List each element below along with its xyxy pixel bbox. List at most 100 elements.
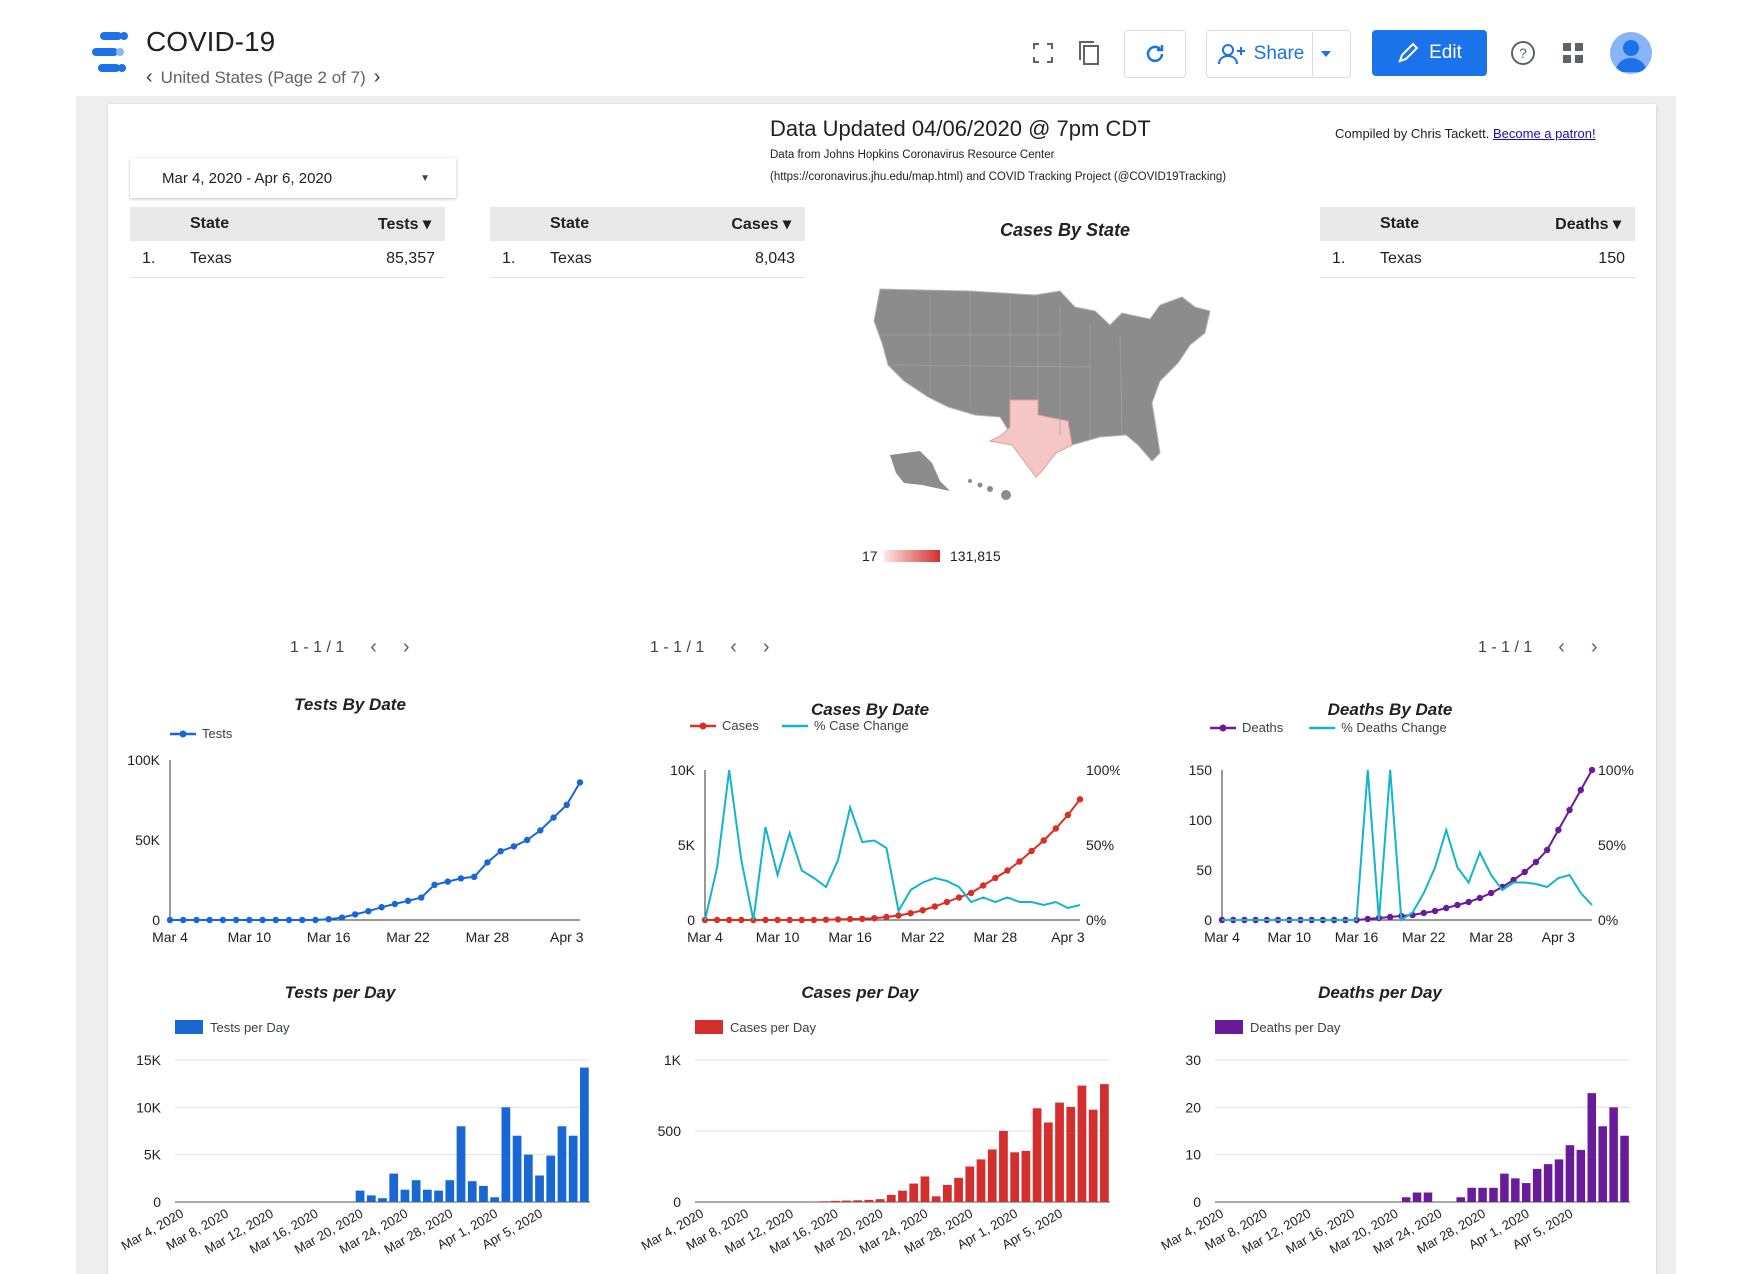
y-tick-label: 0 (153, 1194, 161, 1210)
tests-per-day-chart[interactable]: Tests per DayTests per Day05K10K15KMar 4… (120, 970, 600, 1274)
pager-label: 1 - 1 / 1 (650, 638, 705, 656)
cases-per-day-chart[interactable]: Cases per DayCases per Day05001KMar 4, 2… (640, 970, 1120, 1274)
fullscreen-icon[interactable] (1020, 30, 1066, 76)
y-tick-label: 50 (1196, 862, 1212, 878)
cases-by-date-chart[interactable]: Cases By Date Cases % Case Change 0 5K 10K 0% 5… (640, 690, 1120, 950)
legend-marker (699, 722, 707, 730)
data-point (786, 916, 793, 924)
bar (1609, 1107, 1618, 1202)
table-row[interactable]: 1. Texas 8,043 (490, 241, 805, 278)
credit-author: Compiled by Chris Tackett. (1335, 126, 1490, 141)
next-page-icon[interactable]: › (1591, 636, 1598, 659)
bar (830, 1200, 840, 1202)
legend-label: Cases (722, 718, 759, 733)
bar (886, 1194, 896, 1202)
data-point (798, 916, 805, 924)
bar (1489, 1187, 1498, 1202)
pencil-icon (1398, 42, 1419, 63)
cases-column-header[interactable]: Cases ▾ (731, 214, 791, 234)
bar (1010, 1152, 1020, 1202)
x-tick-label: Mar 28 (466, 929, 510, 945)
apps-icon[interactable] (1556, 30, 1590, 76)
series-line--case-change (704, 769, 1081, 921)
data-point (1076, 796, 1084, 803)
bar (898, 1190, 907, 1202)
next-page-icon[interactable]: › (403, 636, 410, 659)
top-bar: COVID-19 ‹ United States (Page 2 of 7) ›… (0, 0, 1747, 96)
data-point (418, 894, 425, 901)
data-studio-logo[interactable] (90, 30, 130, 74)
bar (546, 1155, 556, 1202)
credit-text: Compiled by Chris Tackett. Become a patr… (1335, 126, 1596, 141)
data-point (1052, 825, 1060, 832)
previous-page-icon[interactable]: ‹ (146, 66, 153, 89)
bar (422, 1189, 432, 1202)
y-tick-label: 5K (678, 837, 696, 853)
data-point (576, 779, 584, 786)
y2-tick-label: 0% (1598, 912, 1618, 928)
bar (1032, 1108, 1042, 1202)
table-header: State Tests ▾ (130, 207, 445, 241)
next-page-icon[interactable]: › (374, 66, 381, 89)
table-row[interactable]: 1. Texas 85,357 (130, 241, 445, 278)
page-label[interactable]: United States (Page 2 of 7) (161, 68, 366, 88)
bar (909, 1183, 919, 1202)
data-point (537, 827, 544, 834)
data-point (404, 897, 412, 904)
table-row[interactable]: 1. Texas 150 (1320, 241, 1635, 278)
bar (1055, 1102, 1064, 1202)
data-point (1543, 846, 1551, 854)
bar (479, 1185, 488, 1202)
data-point (444, 878, 451, 885)
legend-label: Cases per Day (730, 1020, 816, 1035)
help-icon[interactable]: ? (1505, 30, 1541, 76)
data-point (846, 915, 854, 923)
next-page-icon[interactable]: › (763, 636, 770, 659)
bar (1456, 1197, 1465, 1202)
edit-button[interactable]: Edit (1372, 30, 1487, 76)
data-point (351, 911, 359, 918)
share-dropdown-icon[interactable] (1312, 32, 1339, 76)
previous-page-icon[interactable]: ‹ (1558, 636, 1565, 659)
data-point (810, 916, 818, 924)
data-point (246, 916, 253, 924)
data-point (1454, 901, 1461, 909)
bar (1043, 1122, 1053, 1202)
data-point (166, 916, 174, 924)
state-column-header[interactable]: State (190, 215, 229, 233)
refresh-button[interactable] (1124, 30, 1186, 78)
previous-page-icon[interactable]: ‹ (370, 636, 377, 659)
table-header: State Deaths ▾ (1320, 207, 1635, 241)
previous-page-icon[interactable]: ‹ (730, 636, 737, 659)
state-column-header[interactable]: State (1380, 215, 1419, 233)
data-point (871, 915, 878, 922)
tests-by-date-chart[interactable]: Tests By Date Tests 0 50K 100K Mar 4 Mar 10 Mar… (120, 680, 600, 950)
date-range-value: Mar 4, 2020 - Apr 6, 2020 (162, 169, 333, 187)
x-tick-label: Mar 4 (1204, 929, 1240, 945)
svg-text:?: ? (1519, 45, 1527, 61)
copy-icon[interactable] (1066, 30, 1112, 76)
tests-column-header[interactable]: Tests ▾ (378, 214, 431, 234)
deaths-column-header[interactable]: Deaths ▾ (1555, 214, 1621, 234)
share-button[interactable]: Share (1206, 30, 1351, 78)
bar (875, 1199, 885, 1202)
legend-swatch (695, 1020, 723, 1034)
data-point (1487, 889, 1495, 897)
data-point (1364, 915, 1371, 923)
deaths-per-day-chart[interactable]: Deaths per DayDeaths per Day0102030Mar 4… (1160, 970, 1640, 1274)
us-choropleth-map[interactable] (860, 285, 1240, 515)
date-range-picker[interactable]: Mar 4, 2020 - Apr 6, 2020 ▼ (130, 158, 456, 198)
become-patron-link[interactable]: Become a patron! (1493, 126, 1596, 141)
state-column-header[interactable]: State (550, 215, 589, 233)
data-point (1016, 858, 1023, 865)
data-point (1064, 811, 1072, 819)
bar (987, 1149, 997, 1202)
bar (1511, 1178, 1520, 1202)
row-rank: 1. (502, 250, 516, 267)
y-tick-label: 500 (658, 1123, 682, 1139)
bar (954, 1177, 963, 1202)
data-point (822, 916, 830, 923)
deaths-by-date-chart[interactable]: Deaths By Date Deaths % Deaths Change 0 50 10… (1160, 690, 1660, 950)
account-avatar[interactable] (1610, 32, 1652, 74)
data-point (1431, 907, 1439, 915)
